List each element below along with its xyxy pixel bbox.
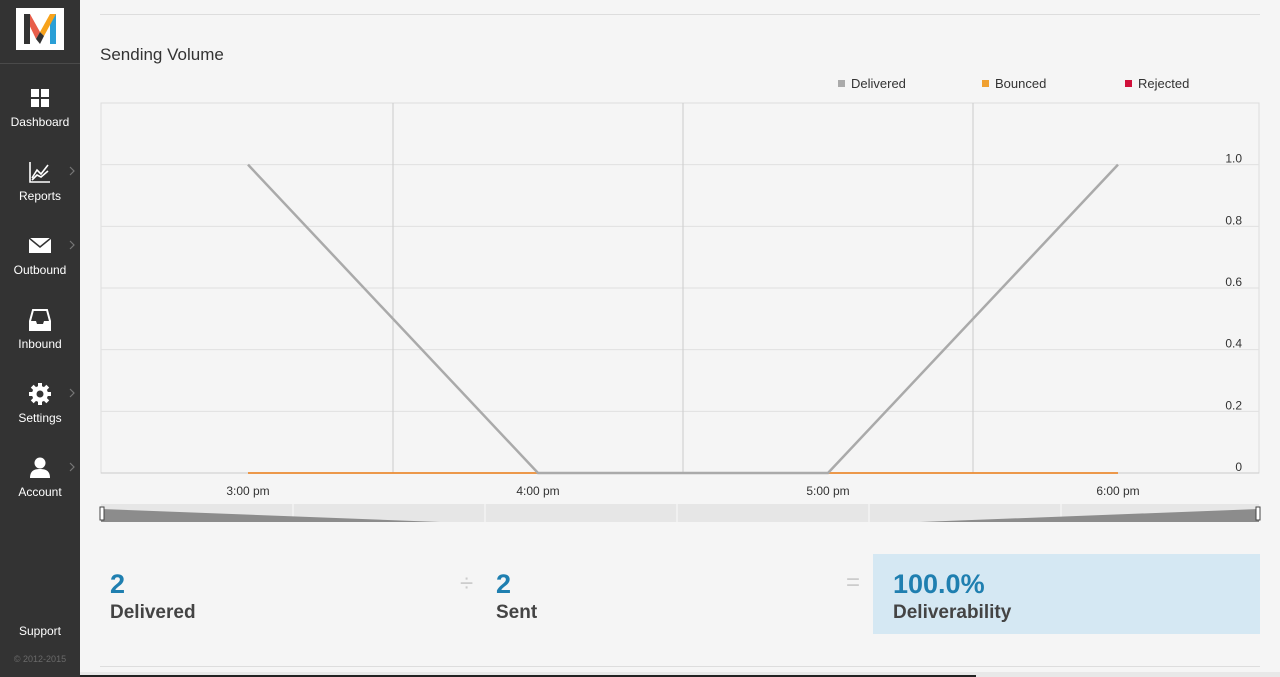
x-tick-label: 3:00 pm [226, 484, 269, 498]
chevron-right-icon [68, 459, 76, 472]
sent-label: Sent [496, 602, 538, 623]
y-tick-label: 0.6 [1225, 275, 1242, 289]
chart-line-icon [28, 160, 52, 184]
support-link[interactable]: Support [0, 624, 80, 638]
delivered-count: 2 [110, 569, 126, 599]
y-tick-label: 0.4 [1225, 337, 1242, 351]
user-icon [28, 456, 52, 480]
grid-icon [28, 86, 52, 110]
sidebar-divider [0, 63, 80, 64]
chevron-right-icon [68, 237, 76, 250]
sidebar-item-account[interactable]: Account [0, 456, 80, 526]
sidebar-item-label: Dashboard [10, 115, 70, 129]
y-tick-label: 1.0 [1225, 152, 1242, 166]
x-tick-label: 6:00 pm [1096, 484, 1139, 498]
bottom-divider [100, 666, 1260, 667]
chevron-right-icon [68, 163, 76, 176]
range-selector[interactable] [99, 504, 1261, 522]
mandrill-logo[interactable] [16, 8, 64, 50]
x-axis: 3:00 pm 4:00 pm 5:00 pm 6:00 pm [226, 484, 1139, 498]
chevron-right-icon [68, 385, 76, 398]
x-tick-label: 4:00 pm [516, 484, 559, 498]
gear-icon [28, 382, 52, 406]
sent-count: 2 [496, 569, 512, 599]
copyright-text: © 2012-2015 [13, 654, 67, 664]
y-tick-label: 0.2 [1225, 398, 1242, 412]
inbox-icon [28, 308, 52, 332]
range-handle-right[interactable] [1255, 506, 1261, 521]
logo-mark-icon [24, 14, 56, 44]
sidebar-item-outbound[interactable]: Outbound [0, 234, 80, 304]
main-content: Sending Volume Delivered Bounced Rejecte… [80, 0, 1280, 677]
sidebar-item-label: Outbound [13, 263, 67, 277]
delivered-label: Delivered [110, 602, 196, 623]
sidebar-item-label: Inbound [18, 337, 62, 351]
divide-operator: ÷ [460, 570, 474, 597]
y-tick-label: 0 [1235, 460, 1242, 474]
x-tick-label: 5:00 pm [806, 484, 849, 498]
sidebar-item-label: Account [18, 485, 62, 499]
deliverability-value: 100.0% [893, 569, 985, 599]
sidebar-item-inbound[interactable]: Inbound [0, 308, 80, 378]
range-handle-left[interactable] [99, 506, 105, 521]
sidebar-item-settings[interactable]: Settings [0, 382, 80, 452]
sidebar-item-reports[interactable]: Reports [0, 160, 80, 230]
sidebar-item-label: Reports [18, 189, 62, 203]
equals-operator: = [846, 569, 861, 596]
sidebar-item-dashboard[interactable]: Dashboard [0, 86, 80, 156]
y-tick-label: 0.8 [1225, 213, 1242, 227]
deliverability-label: Deliverability [893, 602, 1012, 623]
sending-volume-chart: 0 0.2 0.4 0.6 0.8 1.0 3:00 pm 4:00 pm 5:00 pm 6:… [99, 102, 1261, 522]
sidebar: Dashboard Reports Outbound Inbound Setti… [0, 0, 80, 677]
envelope-icon [28, 234, 52, 258]
sidebar-item-label: Settings [18, 411, 62, 425]
